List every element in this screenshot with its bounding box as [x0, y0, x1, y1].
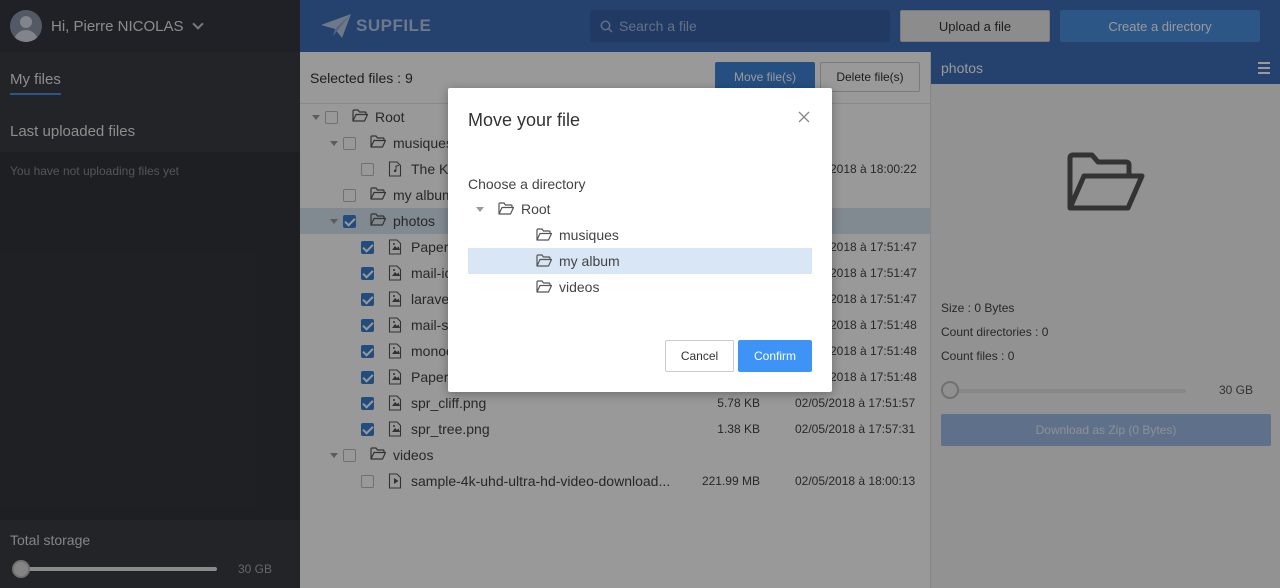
directory-option-label: my album: [559, 253, 620, 269]
directory-option[interactable]: musiques: [468, 222, 812, 248]
directory-option-label: Root: [521, 201, 551, 217]
folder-open-icon: [536, 280, 553, 293]
caret-down-icon[interactable]: [476, 207, 484, 212]
directory-option-label: musiques: [559, 227, 619, 243]
modal-title: Move your file: [468, 110, 581, 130]
modal-label: Choose a directory: [468, 176, 586, 192]
directory-option[interactable]: my album: [468, 248, 812, 274]
folder-open-icon: [498, 202, 515, 215]
directory-option[interactable]: Root: [468, 196, 812, 222]
directory-option-label: videos: [559, 279, 600, 295]
move-file-modal: Move your file Choose a directory Root mu…: [448, 88, 832, 392]
folder-open-icon: [536, 254, 553, 267]
confirm-button[interactable]: Confirm: [738, 340, 812, 372]
cancel-button[interactable]: Cancel: [665, 340, 734, 372]
directory-option[interactable]: videos: [468, 274, 812, 300]
folder-open-icon: [536, 228, 553, 241]
close-icon[interactable]: [797, 110, 811, 124]
